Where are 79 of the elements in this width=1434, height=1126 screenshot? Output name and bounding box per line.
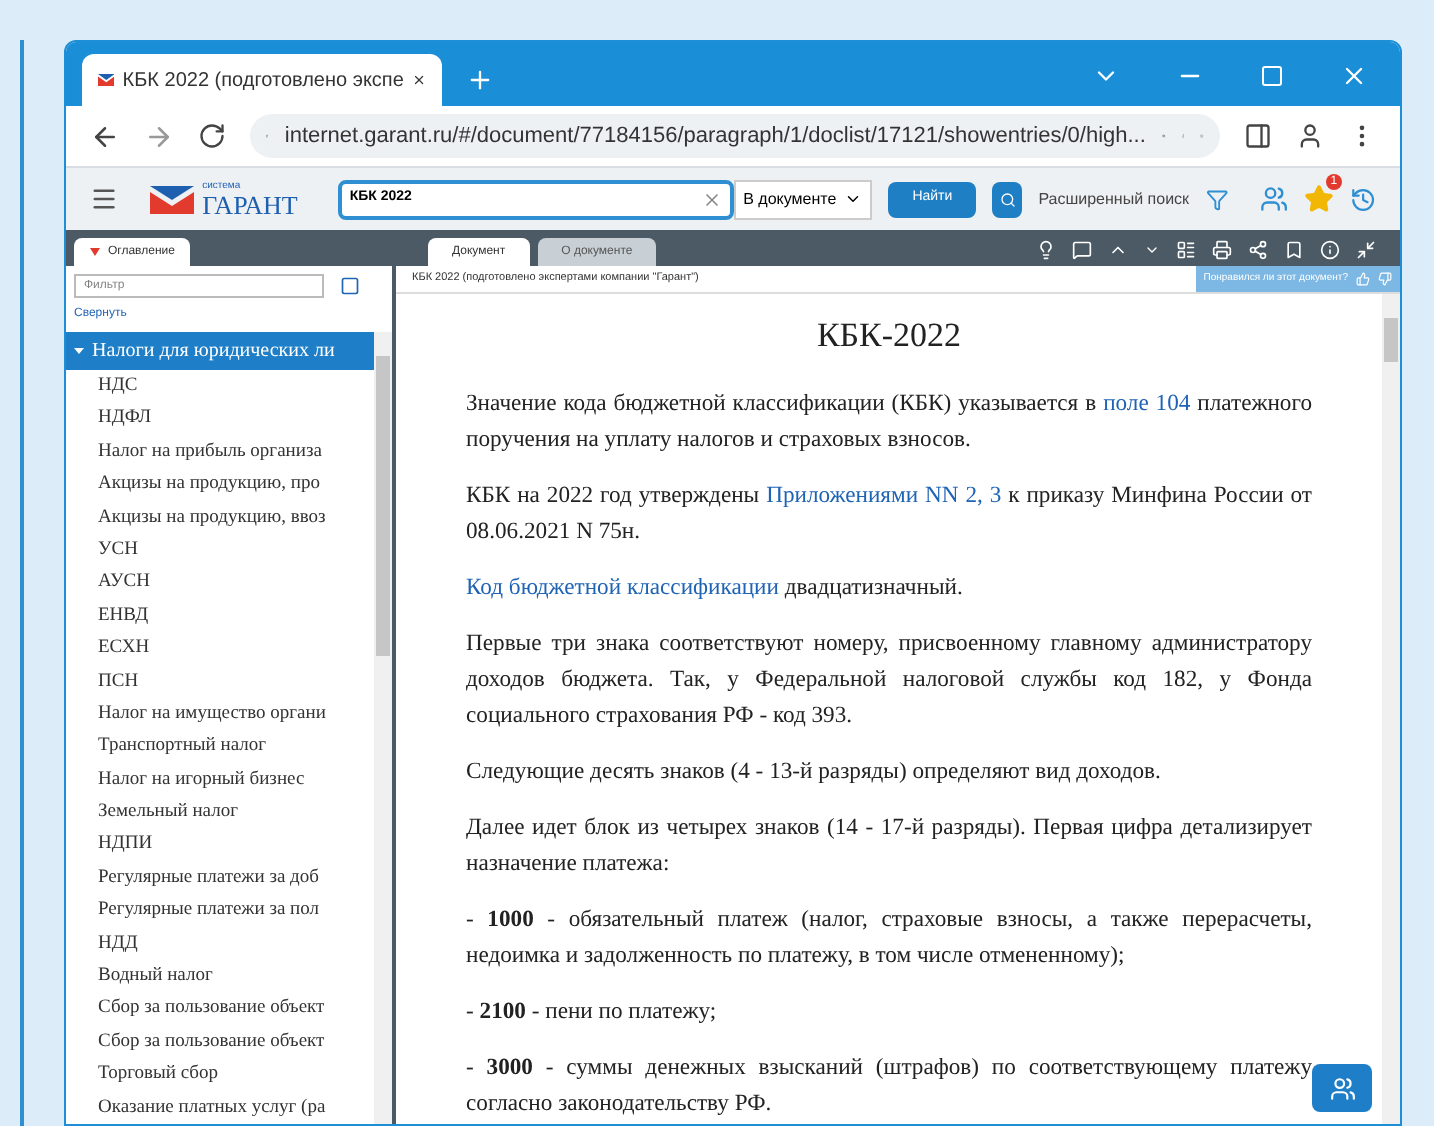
panel-icon[interactable] xyxy=(340,276,360,296)
document-paragraph: Значение кода бюджетной классификации (КБК) указывается в поле 104 платежного поручения на уплату налогов и страховых взносов. xyxy=(466,388,1312,456)
document-link[interactable]: Код бюджетной классификации xyxy=(466,574,779,600)
address-field[interactable]: internet.garant.ru/#/document/77184156/paragraph/1/doclist/17121/showentries/0/high... xyxy=(250,114,1220,158)
tree-item[interactable]: НДФЛ xyxy=(66,402,374,436)
document-paragraph: - 3000 - суммы денежных взысканий (штрафов) по соответствующему платежу согласно законодательству РФ. xyxy=(466,1052,1312,1120)
tree-item[interactable]: Оказание платных услуг (ра xyxy=(66,1091,374,1124)
thumbs-up-icon[interactable] xyxy=(1356,272,1370,286)
tree-item[interactable]: Налоги для юридических ли xyxy=(66,332,374,370)
search-icon xyxy=(999,191,1016,207)
tree-item[interactable]: ПСН xyxy=(66,665,374,698)
side-panel-icon[interactable] xyxy=(1244,122,1272,150)
triangle-icon xyxy=(90,248,100,256)
tree-item[interactable]: Налог на имущество органи xyxy=(66,697,374,731)
history-icon[interactable] xyxy=(1349,185,1377,213)
tree-item[interactable]: Акцизы на продукцию, ввоз xyxy=(66,501,374,534)
maximize-icon[interactable] xyxy=(1260,64,1284,88)
print-icon[interactable] xyxy=(1212,240,1232,260)
logo-text: ГАРАНТ xyxy=(202,191,298,217)
scrollbar[interactable] xyxy=(1382,294,1400,1124)
chat-button[interactable] xyxy=(1312,1064,1372,1112)
info-icon[interactable] xyxy=(1320,240,1340,260)
collapse-icon[interactable] xyxy=(1356,240,1376,260)
tree-item[interactable]: ЕСХН xyxy=(66,632,374,666)
document-paragraph: Первые три знака соответствуют номеру, присвоенному главному администратору доходов бюджета. Так, у Федеральной налоговой службы код 182, у Фонда социального страхования РФ - код 393. xyxy=(466,628,1312,732)
tree-item[interactable]: Земельный налог xyxy=(66,796,374,829)
tree-item[interactable]: Акцизы на продукцию, про xyxy=(66,468,374,502)
tree-item[interactable]: Регулярные платежи за пол xyxy=(66,894,374,928)
document-title: КБК-2022 xyxy=(814,318,964,354)
advanced-search-link[interactable]: Расширенный поиск xyxy=(1038,187,1190,211)
tab-title: КБК 2022 (подготовлено экспе xyxy=(122,67,404,95)
url-text: internet.garant.ru/#/document/77184156/paragraph/1/doclist/17121/showentries/0/high... xyxy=(284,121,1146,152)
tree-item[interactable]: Транспортный налог xyxy=(66,730,374,764)
tree-item[interactable]: Регулярные платежи за доб xyxy=(66,861,374,895)
envelope-logo-icon xyxy=(98,70,115,90)
document-paragraph: Следующие десять знаков (4 - 13-й разряды) определяют вид доходов. xyxy=(466,756,1163,788)
tree-item[interactable]: НДС xyxy=(66,370,374,403)
clear-icon[interactable] xyxy=(701,189,722,209)
scrollbar[interactable] xyxy=(374,332,392,1124)
back-icon[interactable] xyxy=(90,121,120,151)
users-icon xyxy=(1329,1075,1355,1101)
forward-icon[interactable] xyxy=(144,121,174,151)
users-icon[interactable] xyxy=(1259,184,1288,214)
reload-icon[interactable] xyxy=(198,122,226,150)
tree-item[interactable]: НДД xyxy=(66,927,374,961)
document-paragraph: - 1000 - обязательный платеж (налог, страховые взносы, а также перерасчеты, недоимка и задолженность по платежу, в том числе отмененному); xyxy=(466,904,1312,972)
document-paragraph: Далее идет блок из четырех знаков (14 - 17-й разряды). Первая цифра детализирует назначение платежа: xyxy=(466,812,1312,880)
caret-icon xyxy=(844,190,863,208)
tree-item[interactable]: Сбор за пользование объект xyxy=(66,1025,374,1059)
favorites-star-icon[interactable] xyxy=(1303,184,1334,214)
tree-item[interactable]: УСН xyxy=(66,533,374,567)
speech-icon[interactable] xyxy=(1072,240,1092,260)
caret-icon xyxy=(74,346,84,356)
document-icon[interactable] xyxy=(1176,240,1196,260)
tree-item[interactable]: Налог на прибыль организа xyxy=(66,435,374,469)
lightbulb-icon[interactable] xyxy=(1036,240,1056,260)
search-options-button[interactable] xyxy=(992,181,1023,217)
thumbs-down-icon[interactable] xyxy=(1378,272,1392,286)
profile-icon[interactable] xyxy=(1296,122,1324,150)
document-paragraph: - 2100 - пени по платежу; xyxy=(466,996,719,1028)
bookmark-icon[interactable] xyxy=(1284,240,1304,260)
document-link[interactable]: Приложениями NN 2, 3 xyxy=(766,482,1002,508)
tree-item[interactable]: АУСН xyxy=(66,566,374,600)
tree-item[interactable]: ЕНВД xyxy=(66,599,374,633)
document-paragraph: Код бюджетной классификации двадцатизначный. xyxy=(466,572,965,604)
tree-item[interactable]: Сбор за пользование объект xyxy=(66,992,374,1026)
scope-dropdown[interactable]: В документе xyxy=(733,179,873,219)
share-icon[interactable] xyxy=(1248,240,1268,260)
filter-icon[interactable] xyxy=(1205,187,1228,211)
document-paragraph: КБК на 2022 год утверждены Приложениями NN 2, 3 к приказу Минфина России от 08.06.2021 N 75н. xyxy=(466,480,1312,548)
new-tab-icon[interactable] xyxy=(466,66,494,94)
tree-item[interactable]: НДПИ xyxy=(66,828,374,862)
browser-tab[interactable]: КБК 2022 (подготовлено экспе xyxy=(82,54,442,106)
envelope-logo-icon xyxy=(150,185,195,213)
tree-item[interactable]: Налог на игорный бизнес xyxy=(66,763,374,797)
document-link[interactable]: поле 104 xyxy=(1103,390,1191,416)
menu-icon[interactable] xyxy=(90,184,119,214)
tree-item[interactable]: Водный налог xyxy=(66,960,374,993)
tree-item[interactable]: Торговый сбор xyxy=(66,1058,374,1092)
